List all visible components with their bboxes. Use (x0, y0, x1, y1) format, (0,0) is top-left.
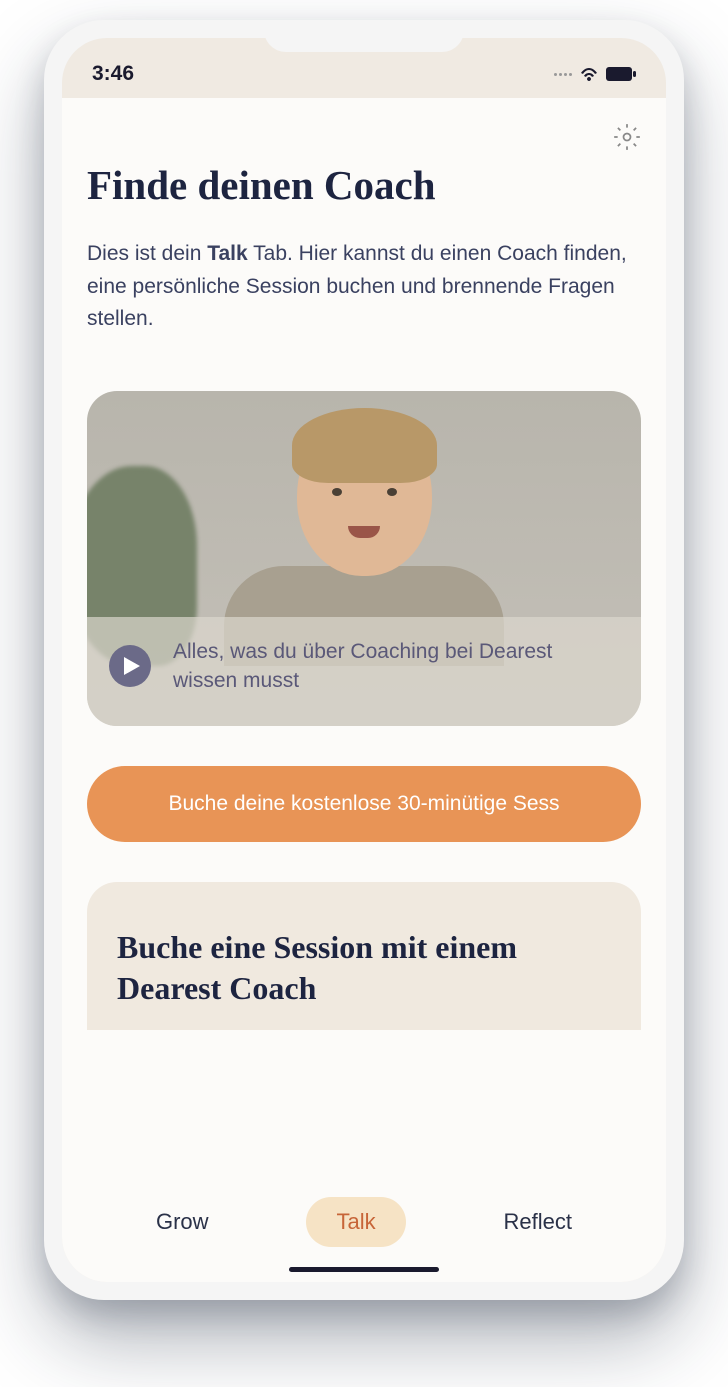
video-card[interactable]: Alles, was du über Coaching bei Dearest … (87, 391, 641, 726)
phone-screen: 3:46 (62, 38, 666, 1282)
play-button[interactable] (109, 645, 151, 687)
book-session-section: Buche eine Session mit einem Dearest Coa… (87, 882, 641, 1030)
status-icons (554, 67, 636, 82)
home-indicator[interactable] (289, 1267, 439, 1272)
video-overlay: Alles, was du über Coaching bei Dearest … (87, 617, 641, 726)
intro-part1: Dies ist dein (87, 242, 207, 265)
intro-bold: Talk (207, 242, 247, 265)
phone-notch (264, 20, 464, 52)
tab-grow[interactable]: Grow (126, 1197, 239, 1247)
settings-button[interactable] (613, 123, 641, 156)
tab-talk[interactable]: Talk (306, 1197, 405, 1247)
status-time: 3:46 (92, 62, 134, 86)
tab-bar: Grow Talk Reflect (62, 1182, 666, 1282)
video-caption: Alles, was du über Coaching bei Dearest … (173, 637, 619, 696)
play-icon (124, 657, 140, 675)
section-title: Buche eine Session mit einem Dearest Coa… (117, 927, 611, 1010)
cellular-dots-icon (554, 73, 572, 76)
main-content[interactable]: Finde deinen Coach Dies ist dein Talk Ta… (62, 98, 666, 1182)
book-session-button[interactable]: Buche deine kostenlose 30-minütige Sess (87, 766, 641, 842)
tab-reflect[interactable]: Reflect (474, 1197, 602, 1247)
phone-frame: 3:46 (44, 20, 684, 1300)
intro-text: Dies ist dein Talk Tab. Hier kannst du e… (87, 238, 641, 336)
battery-icon (606, 67, 636, 81)
gear-icon (613, 123, 641, 151)
wifi-icon (579, 67, 599, 82)
page-title: Finde deinen Coach (87, 161, 641, 210)
